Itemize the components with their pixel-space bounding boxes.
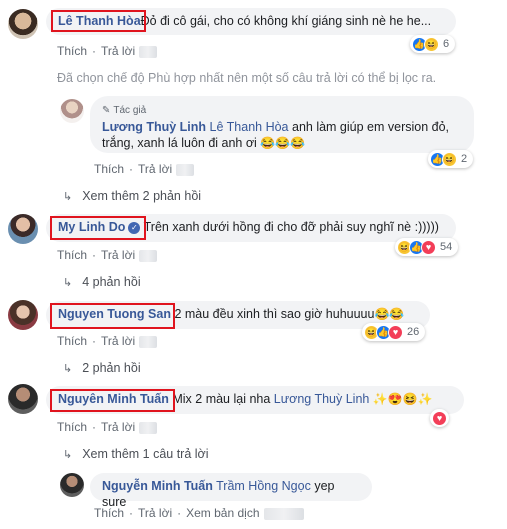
reply-link[interactable]: Trả lời — [138, 162, 172, 176]
emoji-text: 😂😂😂 — [260, 136, 306, 150]
commenter-name[interactable]: Lê Thanh Hòa — [58, 14, 141, 28]
reply-arrow-icon: ↳ — [63, 449, 73, 461]
comment-actions: Thích · Trả lời — [57, 248, 158, 262]
comment-text: Trên xanh dưới hồng đi cho đỡ phải suy n… — [143, 220, 439, 234]
more-replies-link[interactable]: ↳ 4 phản hồi — [63, 275, 141, 289]
more-replies-link[interactable]: ↳ Xem thêm 2 phản hồi — [63, 189, 201, 203]
reply-link[interactable]: Trả lời — [101, 334, 135, 348]
like-link[interactable]: Thích — [94, 162, 124, 176]
like-link[interactable]: Thích — [57, 420, 87, 434]
reaction-count: 2 — [461, 153, 468, 165]
reply-bubble: Nguyễn Minh Tuấn Trầm Hồng Ngọc yep sure — [90, 473, 372, 509]
commenter-name[interactable]: My Linh Do — [58, 220, 125, 234]
reply-link[interactable]: Trả lời — [101, 248, 135, 262]
timestamp-blurred — [139, 335, 158, 348]
reaction-summary[interactable]: 😆 👍 ♥ 26 — [362, 323, 426, 341]
comment-bubble: Nguyên Minh Tuấn Mix 2 màu lại nha Lương… — [46, 386, 464, 414]
mention-link[interactable]: Trầm Hồng Ngọc — [216, 479, 311, 493]
reply-arrow-icon: ↳ — [63, 191, 73, 203]
commenter-name[interactable]: Nguyễn Minh Tuấn — [102, 479, 213, 493]
timestamp-blurred — [176, 163, 195, 176]
reaction-summary[interactable]: 😆 👍 ♥ 54 — [395, 238, 459, 256]
avatar[interactable] — [60, 99, 84, 123]
reply-link[interactable]: Trả lời — [101, 420, 135, 434]
reply-actions: Thích · Trả lời · Xem bản dịch — [94, 506, 304, 520]
reaction-summary[interactable]: 👍 😆 6 — [410, 35, 456, 53]
mention-link[interactable]: Lê Thanh Hòa — [210, 120, 289, 134]
timestamp-blurred — [139, 45, 158, 58]
avatar[interactable] — [8, 300, 38, 330]
verified-badge-icon: ✓ — [128, 221, 141, 234]
like-link[interactable]: Thích — [57, 334, 87, 348]
translate-link[interactable]: Xem bản dịch — [186, 506, 259, 520]
timestamp-blurred — [263, 507, 304, 520]
comment-actions: Thích · Trả lời — [57, 334, 158, 348]
comment-text: 2 màu đều xinh thì sao giờ huhuuuu — [174, 307, 375, 321]
avatar[interactable] — [8, 214, 38, 244]
comment-bubble: My Linh Do ✓ Trên xanh dưới hồng đi cho đ… — [46, 214, 456, 242]
timestamp-blurred — [139, 421, 158, 434]
comment-bubble: Lê Thanh HòaĐỏ đi cô gái, cho có không k… — [46, 8, 456, 35]
reaction-count: 26 — [407, 326, 420, 338]
commenter-name[interactable]: Nguyên Minh Tuấn — [58, 392, 169, 406]
author-tag: ✎ Tác giả — [102, 103, 146, 119]
reply-bubble: ✎ Tác giả Lương Thuỳ Linh Lê Thanh Hòa an… — [90, 96, 474, 153]
avatar[interactable] — [8, 9, 38, 39]
reaction-summary[interactable]: 👍 😆 2 — [428, 150, 474, 168]
like-link[interactable]: Thích — [94, 506, 124, 520]
love-icon: ♥ — [432, 410, 447, 426]
more-replies-link[interactable]: ↳ 2 phản hồi — [63, 361, 141, 375]
reaction-summary[interactable]: ♥ — [430, 409, 449, 427]
like-link[interactable]: Thích — [57, 44, 87, 58]
more-replies-link[interactable]: ↳ Xem thêm 1 câu trả lời — [63, 447, 209, 461]
comment-actions: Thích · Trả lời — [57, 420, 158, 434]
avatar[interactable] — [8, 384, 38, 414]
pencil-icon: ✎ — [102, 105, 111, 116]
commenter-name[interactable]: Lương Thuỳ Linh — [102, 120, 206, 134]
reply-arrow-icon: ↳ — [63, 363, 73, 375]
comment-text: Đỏ đi cô gái, cho có không khí giáng sin… — [140, 14, 432, 28]
haha-icon: 😆 — [424, 36, 439, 52]
comment-text: Mix 2 màu lại nha — [172, 392, 274, 406]
reaction-count: 6 — [443, 38, 450, 50]
like-link[interactable]: Thích — [57, 248, 87, 262]
commenter-name[interactable]: Nguyen Tuong San — [58, 307, 171, 321]
reaction-count: 54 — [440, 241, 453, 253]
reply-actions: Thích · Trả lời — [94, 162, 195, 176]
comment-actions: Thích · Trả lời — [57, 44, 158, 58]
haha-icon: 😆 — [442, 151, 457, 167]
filter-note: Đã chọn chế độ Phù hợp nhất nên một số c… — [57, 71, 437, 85]
reply-link[interactable]: Trả lời — [101, 44, 135, 58]
emoji-text: ✨😍😆✨ — [372, 392, 433, 406]
reply-link[interactable]: Trả lời — [138, 506, 172, 520]
timestamp-blurred — [139, 249, 158, 262]
avatar[interactable] — [60, 473, 84, 497]
reply-arrow-icon: ↳ — [63, 277, 73, 289]
love-icon: ♥ — [388, 324, 403, 340]
emoji-text: 😂😂 — [374, 307, 405, 321]
love-icon: ♥ — [421, 239, 436, 255]
mention-link[interactable]: Lương Thuỳ Linh — [274, 392, 370, 406]
